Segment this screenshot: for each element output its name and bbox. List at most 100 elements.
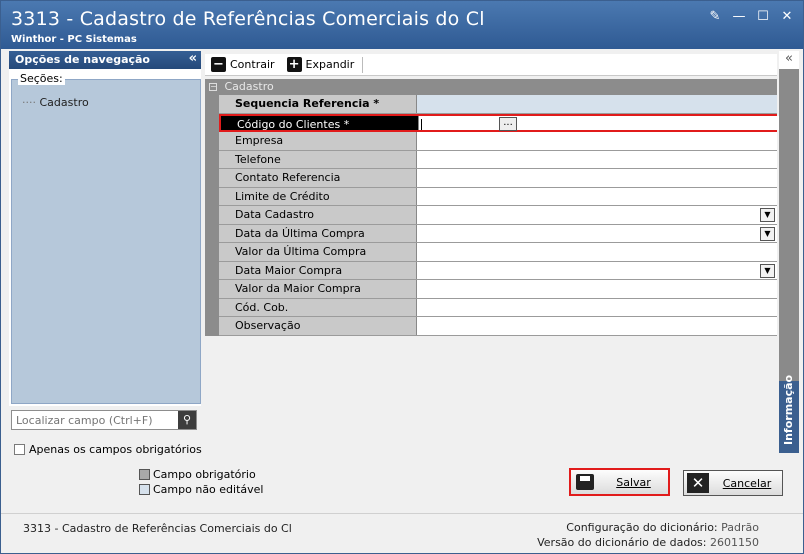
field-value[interactable] bbox=[417, 187, 777, 205]
grid-row[interactable]: Valor da Última Compra bbox=[219, 243, 777, 262]
collapse-label: Contrair bbox=[230, 58, 275, 71]
information-panel: « Informação bbox=[779, 51, 799, 453]
edit-window-icon[interactable]: ✎ bbox=[707, 9, 723, 25]
field-label: Cód. Cob. bbox=[219, 298, 417, 316]
save-label: Salvar bbox=[616, 475, 651, 489]
field-value bbox=[417, 95, 777, 113]
search-input[interactable] bbox=[12, 411, 178, 429]
category-collapse-icon[interactable]: − bbox=[209, 83, 217, 91]
field-value[interactable] bbox=[417, 150, 777, 168]
grid-row[interactable]: Observação bbox=[219, 317, 777, 336]
grid-row[interactable]: Data Maior Compra ▼ bbox=[219, 261, 777, 280]
footer-routine-name: 3313 - Cadastro de Referências Comerciai… bbox=[23, 522, 292, 535]
search-field: ⚲ bbox=[11, 410, 197, 430]
legend-readonly: Campo não editável bbox=[139, 483, 263, 496]
field-value-text bbox=[417, 317, 421, 330]
save-icon bbox=[571, 470, 599, 494]
field-value[interactable]: ▼ bbox=[417, 261, 777, 279]
search-icon[interactable]: ⚲ bbox=[178, 411, 196, 429]
grid-row[interactable]: Sequencia Referencia * bbox=[219, 95, 777, 114]
navigation-panel: Opções de navegação « Seções: ···· Cadas… bbox=[9, 51, 201, 406]
dict-config-value: Padrão bbox=[721, 521, 759, 534]
lookup-button[interactable]: ... bbox=[499, 116, 517, 131]
field-label: Valor da Última Compra bbox=[219, 243, 417, 261]
field-label: Data da Última Compra bbox=[219, 224, 417, 242]
collapse-button[interactable]: − Contrair bbox=[205, 54, 281, 76]
required-swatch bbox=[139, 469, 150, 480]
grid-row[interactable]: Valor da Maior Compra bbox=[219, 280, 777, 299]
sections-group: Seções: ···· Cadastro bbox=[11, 72, 201, 404]
grid-row[interactable]: Limite de Crédito bbox=[219, 187, 777, 206]
dict-version-label: Versão do dicionário de dados: bbox=[537, 536, 707, 549]
save-button[interactable]: Salvar bbox=[569, 468, 670, 496]
legend-readonly-label: Campo não editável bbox=[153, 483, 264, 496]
field-value[interactable]: ▼ bbox=[417, 224, 777, 242]
field-label: Observação bbox=[219, 317, 417, 335]
legend-required: Campo obrigatório bbox=[139, 468, 256, 481]
title-bar: 3313 - Cadastro de Referências Comerciai… bbox=[1, 1, 803, 49]
window-controls: ✎ — ☐ ✕ bbox=[707, 9, 795, 25]
field-label: Limite de Crédito bbox=[219, 187, 417, 205]
field-label: Código do Clientes * bbox=[221, 115, 419, 131]
only-required-option[interactable]: Apenas os campos obrigatórios bbox=[14, 443, 202, 456]
field-label: Data Maior Compra bbox=[219, 261, 417, 279]
window-subtitle: Winthor - PC Sistemas bbox=[11, 34, 137, 45]
field-value-text bbox=[417, 151, 421, 164]
field-value[interactable]: ▼ bbox=[417, 206, 777, 224]
grid-row[interactable]: Contato Referencia bbox=[219, 169, 777, 188]
grid-row[interactable]: Telefone bbox=[219, 150, 777, 169]
field-value[interactable] bbox=[417, 169, 777, 187]
collapse-left-icon[interactable]: « bbox=[189, 51, 197, 66]
property-toolbar: − Contrair + Expandir bbox=[205, 54, 777, 76]
dropdown-arrow-icon[interactable]: ▼ bbox=[760, 208, 775, 222]
dictionary-info: Configuração do dicionário: Padrão Versã… bbox=[537, 520, 759, 550]
field-value[interactable] bbox=[417, 243, 777, 261]
status-footer: 3313 - Cadastro de Referências Comerciai… bbox=[1, 513, 803, 553]
field-label: Contato Referencia bbox=[219, 169, 417, 187]
grid-row[interactable]: Data Cadastro ▼ bbox=[219, 206, 777, 225]
field-value[interactable]: ... bbox=[419, 115, 779, 131]
sections-legend: Seções: bbox=[18, 72, 65, 85]
close-icon[interactable]: ✕ bbox=[779, 9, 795, 25]
cancel-label: Cancelar bbox=[722, 476, 772, 490]
field-value-text bbox=[417, 188, 421, 201]
readonly-swatch bbox=[139, 484, 150, 495]
field-value-text bbox=[417, 225, 421, 238]
expand-label: Expandir bbox=[305, 58, 355, 71]
field-value[interactable] bbox=[417, 132, 777, 150]
grid-row[interactable]: Empresa bbox=[219, 132, 777, 151]
grid-row[interactable]: Cód. Cob. bbox=[219, 298, 777, 317]
toolbar-divider bbox=[362, 56, 364, 73]
information-tab[interactable]: Informação bbox=[779, 375, 799, 453]
only-required-checkbox[interactable] bbox=[14, 444, 25, 455]
field-label: Data Cadastro bbox=[219, 206, 417, 224]
expand-button[interactable]: + Expandir bbox=[281, 54, 361, 76]
category-header-cadastro[interactable]: − Cadastro bbox=[205, 79, 777, 95]
grid-row[interactable]: Código do Clientes *... bbox=[219, 113, 779, 132]
grid-row[interactable]: Data da Última Compra ▼ bbox=[219, 224, 777, 243]
dropdown-arrow-icon[interactable]: ▼ bbox=[760, 226, 775, 241]
category-label: Cadastro bbox=[224, 80, 274, 93]
tree-item-cadastro[interactable]: ···· Cadastro bbox=[22, 96, 89, 109]
field-value-text bbox=[417, 132, 421, 145]
grid-gutter bbox=[205, 95, 219, 336]
minimize-icon[interactable]: — bbox=[731, 9, 747, 25]
minus-icon: − bbox=[211, 57, 226, 72]
expand-panel-icon[interactable]: « bbox=[779, 51, 799, 69]
maximize-icon[interactable]: ☐ bbox=[755, 9, 771, 25]
field-label: Sequencia Referencia * bbox=[219, 95, 417, 113]
dropdown-arrow-icon[interactable]: ▼ bbox=[760, 263, 775, 278]
information-tab-label: Informação bbox=[782, 374, 795, 445]
plus-icon: + bbox=[286, 57, 302, 72]
field-value-text bbox=[417, 206, 421, 219]
legend-required-label: Campo obrigatório bbox=[153, 468, 256, 481]
field-label: Valor da Maior Compra bbox=[219, 280, 417, 298]
field-value[interactable] bbox=[417, 317, 777, 335]
cancel-button[interactable]: ✕ Cancelar bbox=[683, 470, 783, 496]
field-value[interactable] bbox=[417, 280, 777, 298]
window-title: 3313 - Cadastro de Referências Comerciai… bbox=[11, 8, 485, 30]
app-window: 3313 - Cadastro de Referências Comerciai… bbox=[0, 0, 804, 554]
only-required-label: Apenas os campos obrigatórios bbox=[29, 443, 202, 456]
cancel-icon: ✕ bbox=[684, 471, 712, 495]
field-value[interactable] bbox=[417, 298, 777, 316]
